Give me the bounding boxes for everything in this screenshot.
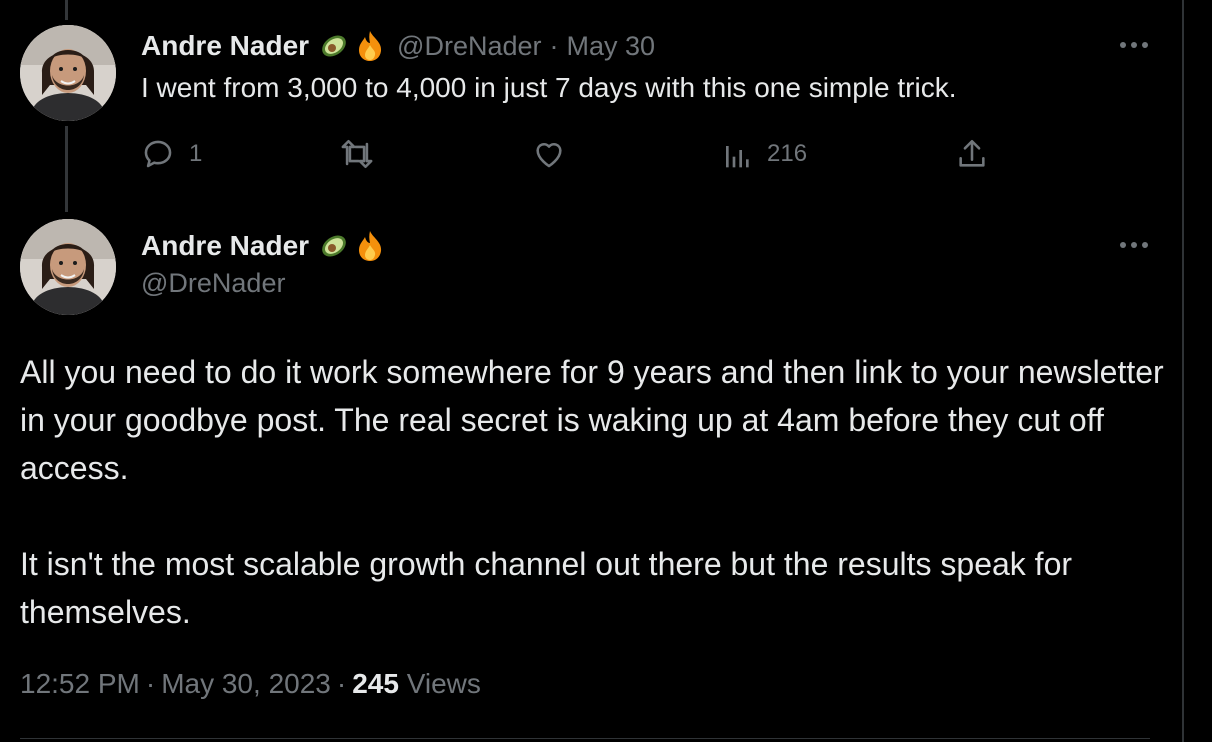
views-total[interactable]: 245 bbox=[352, 668, 399, 699]
tweet-body: All you need to do it work somewhere for… bbox=[20, 348, 1170, 636]
avocado-icon bbox=[317, 229, 351, 263]
avocado-icon bbox=[317, 29, 351, 63]
tweet-time[interactable]: 12:52 PM bbox=[20, 668, 140, 699]
more-icon bbox=[1120, 42, 1148, 48]
views-label: Views bbox=[406, 668, 481, 699]
heart-icon bbox=[536, 142, 562, 168]
divider bbox=[20, 738, 1150, 739]
more-icon bbox=[1120, 242, 1148, 248]
tweet-paragraph: All you need to do it work somewhere for… bbox=[20, 354, 1164, 486]
share-icon bbox=[959, 139, 985, 167]
tweet-date[interactable]: May 30 bbox=[567, 31, 656, 62]
separator-dot: · bbox=[549, 30, 559, 61]
tweet-full-date[interactable]: May 30, 2023 bbox=[161, 668, 331, 699]
views-button[interactable]: 216 bbox=[723, 136, 807, 172]
tweet-header: Andre Nader bbox=[141, 226, 387, 266]
retweet-icon bbox=[341, 139, 373, 169]
thread-line bbox=[65, 0, 68, 20]
timeline-border bbox=[1182, 0, 1184, 742]
display-name[interactable]: Andre Nader bbox=[141, 30, 309, 62]
analytics-icon bbox=[726, 146, 749, 168]
separator-dot: · bbox=[145, 668, 156, 699]
like-button[interactable] bbox=[531, 136, 581, 172]
tweet-paragraph: It isn't the most scalable growth channe… bbox=[20, 546, 1073, 630]
views-count: 216 bbox=[767, 140, 808, 167]
avatar[interactable] bbox=[20, 219, 116, 315]
display-name[interactable]: Andre Nader bbox=[141, 230, 309, 262]
tweet-text: I went from 3,000 to 4,000 in just 7 day… bbox=[141, 72, 957, 103]
tweet-header: Andre Nader @DreNader · May 30 bbox=[141, 26, 655, 66]
avatar[interactable] bbox=[20, 25, 116, 121]
fire-icon bbox=[353, 229, 387, 263]
more-options-button[interactable] bbox=[1114, 235, 1154, 255]
share-button[interactable] bbox=[955, 136, 989, 172]
reply-button[interactable]: 1 bbox=[141, 136, 202, 172]
handle[interactable]: @DreNader bbox=[141, 268, 285, 299]
thread-line bbox=[65, 126, 68, 212]
separator-dot: · bbox=[336, 668, 347, 699]
reply-icon bbox=[144, 140, 172, 168]
more-options-button[interactable] bbox=[1114, 35, 1154, 55]
handle[interactable]: @DreNader bbox=[397, 31, 541, 62]
fire-icon bbox=[353, 29, 387, 63]
retweet-button[interactable] bbox=[338, 136, 390, 172]
reply-count: 1 bbox=[189, 140, 203, 167]
tweet-meta: 12:52 PM · May 30, 2023 · 245 Views bbox=[20, 668, 481, 700]
